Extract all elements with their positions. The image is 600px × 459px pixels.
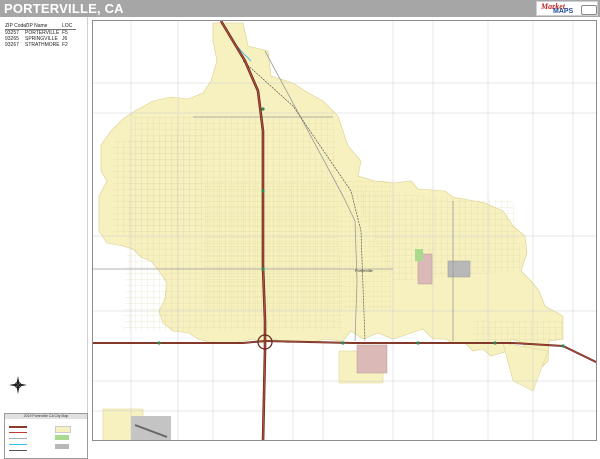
map-legend: 2019 Porterville CA City Map (4, 413, 88, 459)
legend-industrial-swatch (55, 444, 69, 449)
place-label-porterville: Porterville (355, 268, 374, 273)
market-maps-logo: Market MAPS (536, 1, 598, 16)
legend-rail-swatch (9, 450, 27, 451)
zip-name: STRATHMORE (25, 42, 60, 48)
logo-text-line2: MAPS (553, 8, 574, 15)
street-grid-west (113, 131, 203, 236)
legend-street-swatch (9, 438, 27, 439)
zip-code-table: ZIP Code ZIP Name LOC 93257 PORTERVILLE … (5, 23, 76, 48)
zip-table-row: 93267 STRATHMORE F2 (5, 42, 76, 48)
zip-header-code: ZIP Code (5, 23, 27, 29)
park-area (415, 249, 423, 261)
compass-rose-icon (9, 376, 27, 394)
legend-city-swatch (55, 426, 71, 433)
logo-badge-icon (581, 5, 597, 15)
street-grid-southeast (473, 321, 563, 343)
map-area[interactable]: Porterville (92, 20, 597, 441)
zip-header-name: ZIP Name (25, 23, 48, 29)
map-title: PORTERVILLE, CA (4, 1, 124, 16)
zip-table-header: ZIP Code ZIP Name LOC (5, 23, 76, 30)
legend-water-swatch (9, 444, 27, 445)
city-map[interactable]: Porterville (93, 21, 597, 441)
title-bar: PORTERVILLE, CA Market MAPS (0, 0, 600, 17)
legend-interstate-swatch (9, 426, 27, 428)
zip-header-loc: LOC (62, 23, 73, 29)
zip-loc: F2 (62, 42, 68, 48)
industrial-zone (447, 260, 471, 278)
left-panel: ZIP Code ZIP Name LOC 93257 PORTERVILLE … (0, 17, 88, 459)
legend-title: 2019 Porterville CA City Map (5, 414, 87, 419)
zip-code: 93267 (5, 42, 19, 48)
pink-zone-south (356, 344, 388, 374)
legend-highway-swatch (9, 432, 27, 433)
legend-park-swatch (55, 435, 69, 440)
city-area-southeast (502, 342, 549, 392)
